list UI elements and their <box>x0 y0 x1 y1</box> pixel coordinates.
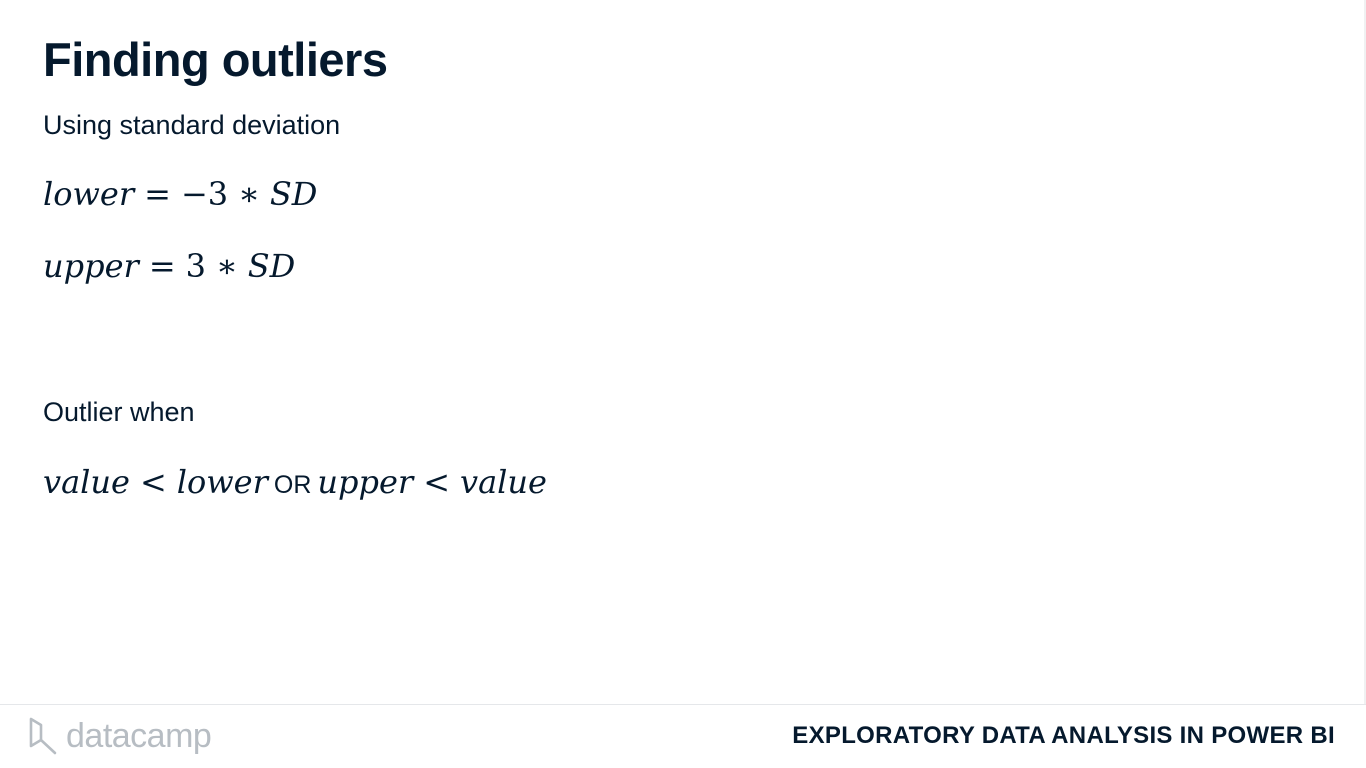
outlier-label: Outlier when <box>43 397 195 427</box>
formula-upper-lhs: upper <box>43 247 139 285</box>
condition-value-left: value <box>43 463 130 501</box>
formula-lower-sd: SD <box>269 175 318 213</box>
condition-less-than-2: < <box>423 463 450 501</box>
formula-lower-equals: = <box>144 175 171 213</box>
footer-divider <box>0 704 1366 705</box>
slide-subtitle: Using standard deviation <box>43 110 341 140</box>
condition-upper: upper <box>317 463 414 501</box>
condition-or: OR <box>273 471 312 499</box>
datacamp-logo-icon <box>29 717 57 755</box>
condition-value-right: value <box>460 463 547 501</box>
formula-lower-number: −3 <box>180 175 229 213</box>
formula-lower: lower = −3 ∗ SD <box>43 174 317 214</box>
formula-lower-lhs: lower <box>43 175 135 213</box>
condition-less-than-1: < <box>139 463 167 501</box>
course-title: EXPLORATORY DATA ANALYSIS IN POWER BI <box>792 722 1335 749</box>
formula-upper-multiply: ∗ <box>215 247 238 285</box>
datacamp-logo-text: datacamp <box>66 717 212 755</box>
formula-upper-sd: SD <box>247 247 296 285</box>
formula-upper-number: 3 <box>185 247 206 285</box>
slide: Finding outliers Using standard deviatio… <box>0 0 1366 768</box>
slide-title: Finding outliers <box>43 33 388 86</box>
formula-lower-multiply: ∗ <box>238 175 260 213</box>
outlier-condition: value < lower OR upper < value <box>43 462 547 505</box>
condition-lower: lower <box>176 463 268 501</box>
formula-upper-equals: = <box>148 247 176 285</box>
formula-upper: upper = 3 ∗ SD <box>43 246 295 286</box>
datacamp-logo: datacamp <box>28 714 212 758</box>
